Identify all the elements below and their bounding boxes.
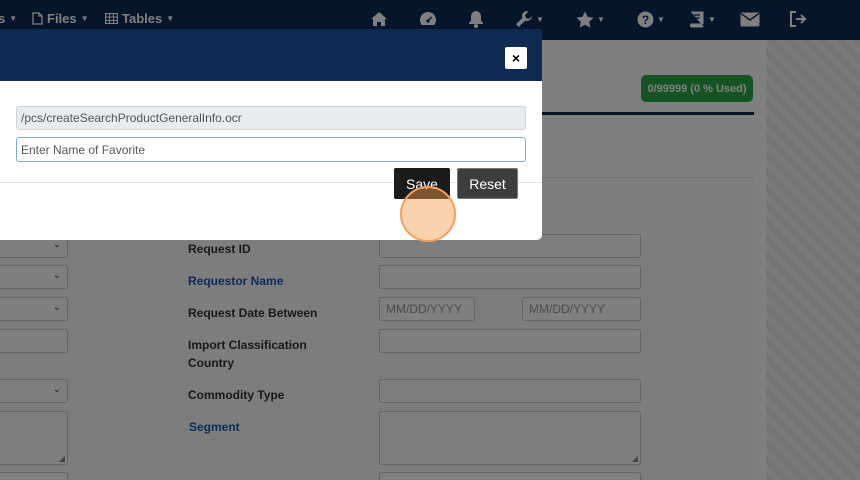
favorite-name-input[interactable]: Enter Name of Favorite bbox=[16, 137, 526, 162]
modal-header: × bbox=[0, 29, 542, 81]
close-button[interactable]: × bbox=[505, 47, 527, 69]
close-icon: × bbox=[511, 50, 521, 66]
save-favorite-modal: × /pcs/createSearchProductGeneralInfo.oc… bbox=[0, 29, 542, 240]
click-highlight-indicator bbox=[400, 186, 456, 242]
reset-button[interactable]: Reset bbox=[457, 168, 518, 199]
favorite-path-field: /pcs/createSearchProductGeneralInfo.ocr bbox=[16, 106, 526, 130]
